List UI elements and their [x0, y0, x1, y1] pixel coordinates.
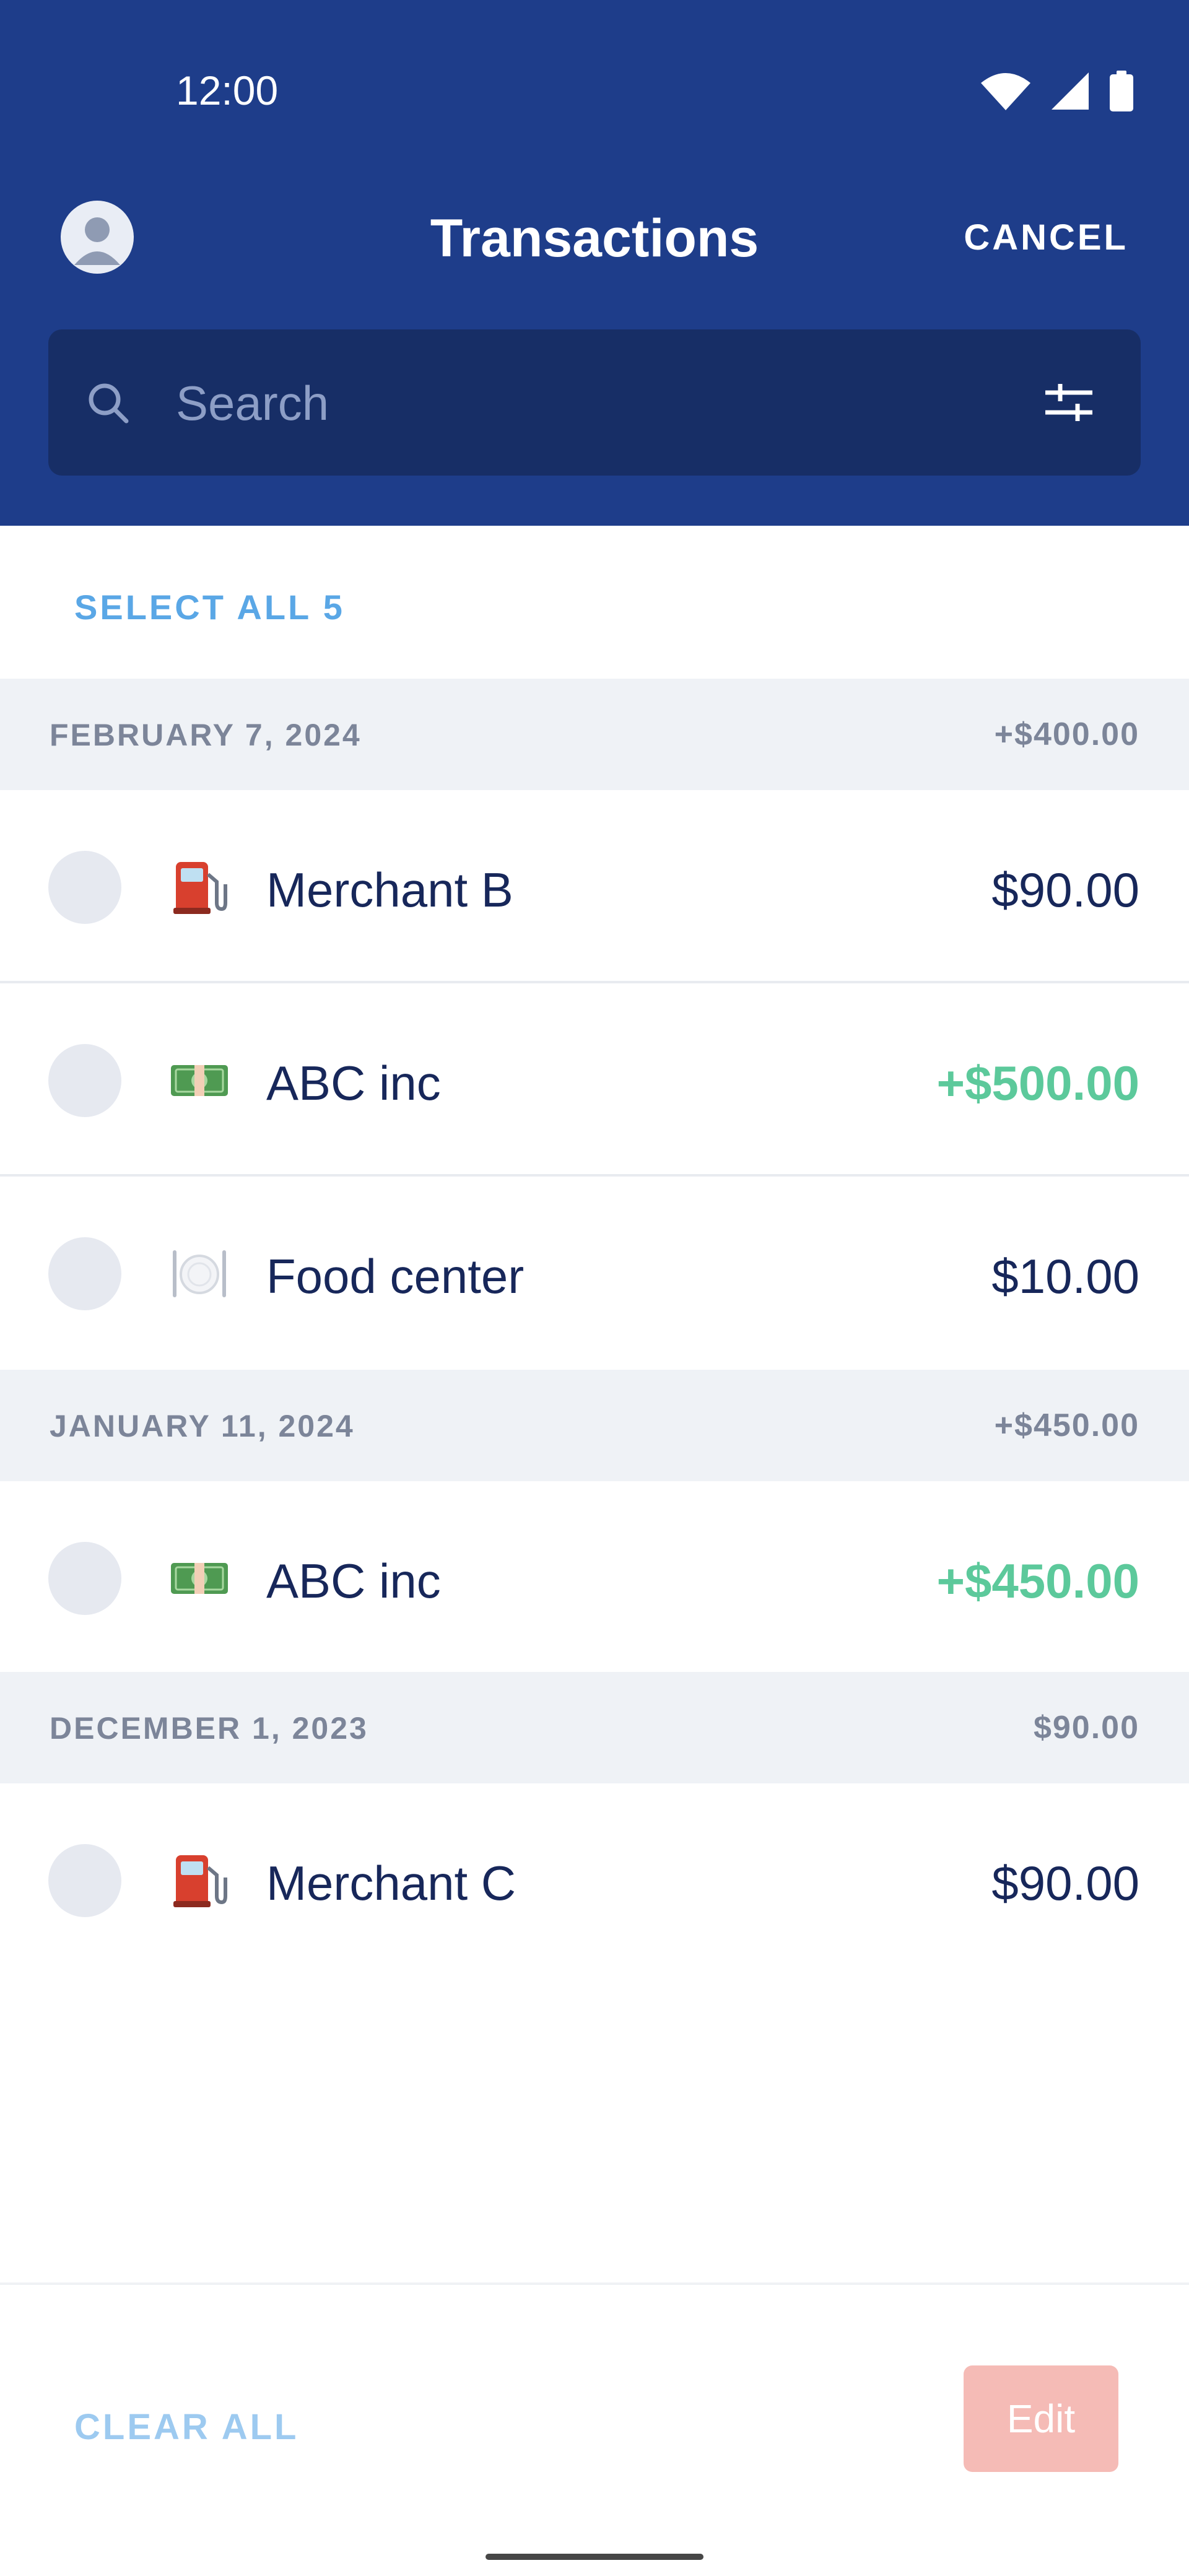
select-checkbox[interactable]: [48, 851, 121, 924]
date-label: FEBRUARY 7, 2024: [50, 718, 362, 752]
transaction-row[interactable]: Merchant C $90.00: [0, 1783, 1189, 1977]
battery-icon: [1110, 71, 1133, 111]
date-label: JANUARY 11, 2024: [50, 1409, 355, 1443]
status-icons: [981, 71, 1133, 111]
select-all-button[interactable]: SELECT ALL 5: [74, 587, 345, 627]
date-total: $90.00: [1033, 1710, 1139, 1746]
date-label: DECEMBER 1, 2023: [50, 1711, 368, 1746]
transaction-amount: +$450.00: [936, 1554, 1139, 1608]
merchant-name: ABC inc: [266, 1056, 441, 1110]
merchant-name: Food center: [266, 1249, 525, 1303]
dollar-bill-icon: [171, 1563, 228, 1594]
merchant-name: ABC inc: [266, 1554, 441, 1608]
edit-button[interactable]: Edit: [964, 2365, 1118, 2472]
clear-all-button[interactable]: CLEAR ALL: [74, 2406, 298, 2448]
transaction-amount: +$500.00: [936, 1056, 1139, 1110]
wifi-icon: [981, 73, 1030, 110]
date-group-header: JANUARY 11, 2024 +$450.00: [0, 1370, 1189, 1481]
transaction-row[interactable]: Food center $10.00: [0, 1177, 1189, 1370]
search-icon: [89, 383, 129, 424]
transaction-row[interactable]: ABC inc +$450.00: [0, 1481, 1189, 1674]
fuel-pump-icon: [173, 1855, 227, 1907]
dollar-bill-icon: [171, 1065, 228, 1096]
date-total: +$450.00: [994, 1408, 1139, 1443]
select-checkbox[interactable]: [48, 1237, 121, 1310]
select-checkbox[interactable]: [48, 1044, 121, 1117]
cell-signal-icon: [1052, 72, 1089, 110]
transaction-amount: $90.00: [991, 863, 1139, 917]
date-group-header: DECEMBER 1, 2023 $90.00: [0, 1672, 1189, 1783]
select-checkbox[interactable]: [48, 1542, 121, 1615]
home-indicator[interactable]: [486, 2554, 703, 2560]
transaction-amount: $10.00: [991, 1249, 1139, 1303]
search-input[interactable]: [176, 369, 981, 437]
bottom-action-bar: CLEAR ALL Edit: [0, 2282, 1189, 2576]
cancel-button[interactable]: CANCEL: [964, 217, 1128, 258]
select-checkbox[interactable]: [48, 1844, 121, 1917]
fuel-pump-icon: [173, 862, 227, 914]
status-bar: 12:00: [0, 0, 1189, 186]
status-time: 12:00: [176, 67, 279, 113]
date-total: +$400.00: [994, 716, 1139, 752]
filter-sliders-icon[interactable]: [1045, 380, 1092, 424]
merchant-name: Merchant C: [266, 1856, 516, 1910]
search-bar[interactable]: [48, 329, 1141, 476]
transaction-row[interactable]: ABC inc +$500.00: [0, 983, 1189, 1177]
transaction-row[interactable]: Merchant B $90.00: [0, 790, 1189, 983]
date-group-header: FEBRUARY 7, 2024 +$400.00: [0, 679, 1189, 790]
plate-cutlery-icon: [173, 1250, 226, 1297]
transaction-amount: $90.00: [991, 1856, 1139, 1910]
app-header: 12:00 Transactions CANCEL: [0, 0, 1189, 526]
merchant-name: Merchant B: [266, 863, 513, 917]
